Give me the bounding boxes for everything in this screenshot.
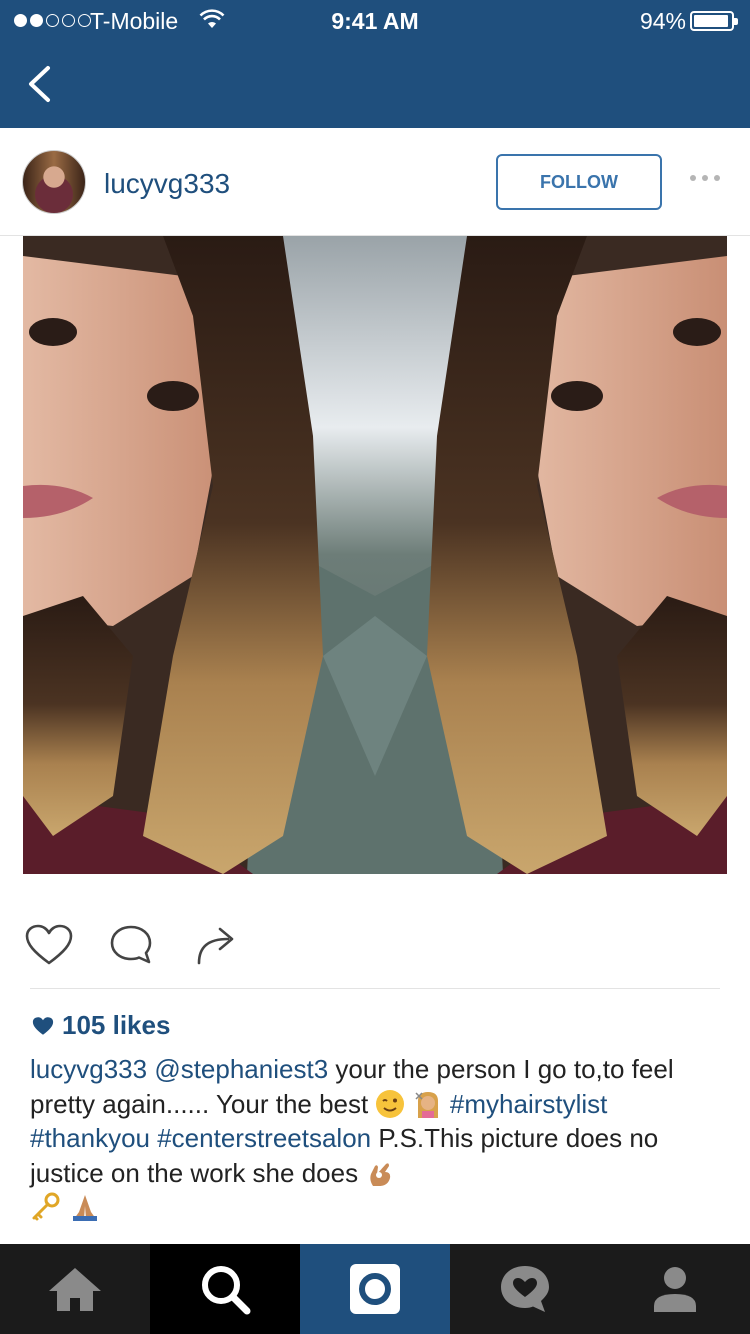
tab-home[interactable] [0, 1244, 150, 1334]
hashtag-thankyou[interactable]: #thankyou [30, 1123, 150, 1153]
hashtag-myhairstylist[interactable]: #myhairstylist [450, 1089, 607, 1119]
profile-icon [654, 1267, 696, 1312]
haircut-emoji-icon [415, 1091, 438, 1118]
tab-activity[interactable] [450, 1244, 600, 1334]
wink-emoji-icon [376, 1089, 405, 1118]
battery-icon [690, 11, 738, 31]
actions-divider [30, 988, 720, 989]
heart-filled-icon [32, 1016, 54, 1035]
camera-icon [350, 1264, 400, 1314]
post-photo[interactable] [23, 236, 727, 874]
follow-button[interactable]: FOLLOW [496, 154, 662, 210]
tab-bar [0, 1244, 750, 1334]
tab-search[interactable] [150, 1244, 300, 1334]
heart-icon[interactable] [24, 923, 74, 967]
share-icon[interactable] [194, 923, 240, 967]
comment-icon[interactable] [108, 923, 154, 967]
caption-mention[interactable]: @stephaniest3 [154, 1054, 328, 1084]
activity-icon [501, 1266, 549, 1312]
home-icon [49, 1268, 101, 1311]
post-username[interactable]: lucyvg333 [104, 168, 230, 200]
likes-label: 105 likes [62, 1010, 171, 1040]
likes-count[interactable]: 105 likes [32, 1010, 170, 1041]
status-bar: T-Mobile 9:41 AM 94% [0, 0, 750, 40]
search-icon [202, 1266, 251, 1315]
more-dots-icon[interactable] [688, 172, 722, 184]
status-time: 9:41 AM [331, 8, 419, 34]
tab-camera[interactable] [300, 1244, 450, 1334]
back-chevron-icon[interactable] [22, 62, 56, 106]
praying-hands-emoji-icon [73, 1195, 98, 1221]
battery-percent: 94% [639, 8, 686, 34]
post-actions [0, 905, 750, 975]
post-caption: lucyvg333 @stephaniest3 your the person … [30, 1052, 720, 1225]
hashtag-centerstreetsalon[interactable]: #centerstreetsalon [157, 1123, 371, 1153]
key-emoji-icon [32, 1192, 60, 1221]
avatar[interactable] [22, 150, 86, 214]
caption-username[interactable]: lucyvg333 [30, 1054, 147, 1084]
post-header: lucyvg333 FOLLOW [0, 128, 750, 236]
top-bar: T-Mobile 9:41 AM 94% [0, 0, 750, 128]
ok-hand-emoji-icon [370, 1162, 391, 1186]
tab-profile[interactable] [600, 1244, 750, 1334]
mirrored-portrait-image [23, 236, 727, 874]
